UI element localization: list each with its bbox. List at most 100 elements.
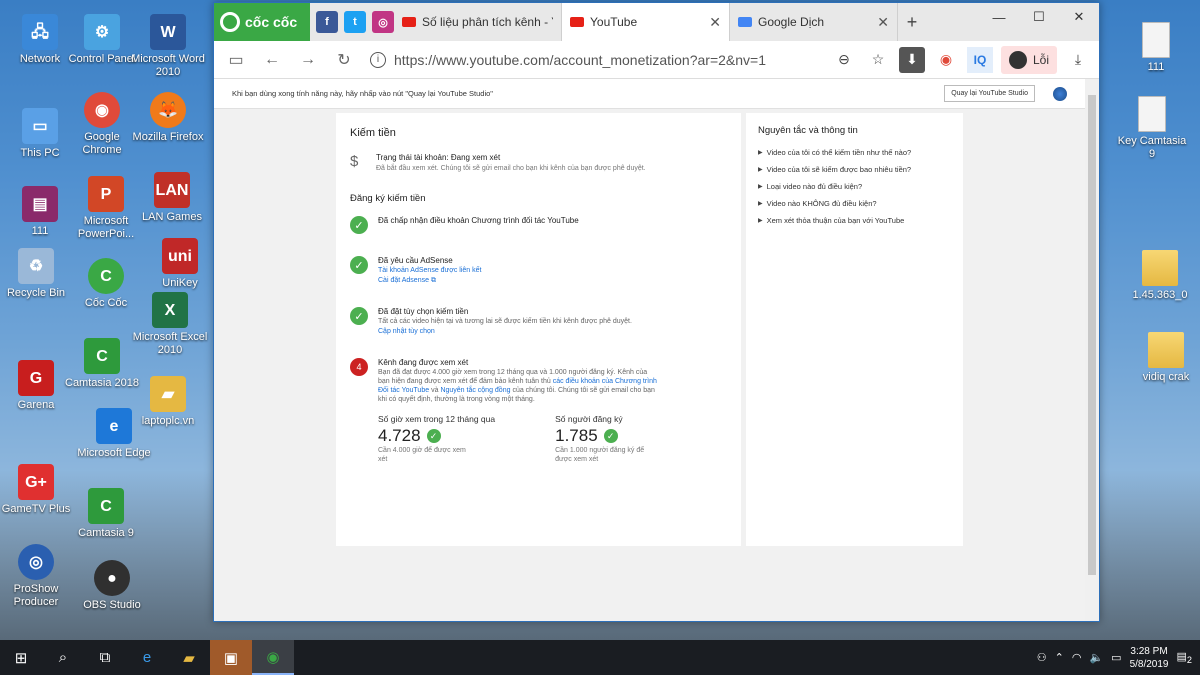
step-monetization-options: ✓ Đã đặt tùy chọn kiếm tiền Tất cả các v… <box>350 307 727 336</box>
desktop-icon-unikey[interactable]: uni UniKey <box>142 238 218 290</box>
notification-center-icon[interactable]: ▤2 <box>1177 650 1193 665</box>
desktop-icon-obs[interactable]: ● OBS Studio <box>74 560 150 612</box>
volume-icon[interactable]: 🔈 <box>1089 651 1103 664</box>
task-view-icon[interactable]: ⧉ <box>84 640 126 675</box>
tab-youtube[interactable]: YouTube ✕ <box>562 3 730 41</box>
scrollbar-thumb[interactable] <box>1088 95 1096 575</box>
adsense-settings-link[interactable]: Cài đặt Adsense ⧉ <box>378 276 481 285</box>
close-window-icon[interactable]: ✕ <box>1059 3 1099 31</box>
instagram-pinned-tab-icon[interactable]: ◎ <box>372 11 394 33</box>
community-guidelines-link[interactable]: Nguyên tắc cộng đồng <box>440 387 510 394</box>
url-field[interactable]: i https://www.youtube.com/account_moneti… <box>366 46 823 74</box>
desktop-icon-folder-1-45[interactable]: 1.45.363_0 <box>1122 250 1198 302</box>
desktop-icon-chrome[interactable]: ◉ Google Chrome <box>64 92 140 157</box>
adsense-linked-link[interactable]: Tài khoản AdSense được liên kết <box>378 266 481 275</box>
guideline-link[interactable]: ▶ Loại video nào đủ điều kiện? <box>758 182 951 191</box>
caret-right-icon: ▶ <box>758 184 763 190</box>
desktop-icon-lan-games[interactable]: LAN LAN Games <box>134 172 210 224</box>
desktop-icon-firefox[interactable]: 🦊 Mozilla Firefox <box>130 92 206 144</box>
folder-icon <box>1148 332 1184 368</box>
proshow-icon: ◎ <box>18 544 54 580</box>
network-icon: 🖧 <box>22 14 58 50</box>
tab-bar: cốc cốc f t ◎ Số liệu phân tích kênh - Y… <box>214 3 1099 41</box>
chevron-up-icon[interactable]: ⌃ <box>1055 651 1064 664</box>
unikey-icon: uni <box>162 238 198 274</box>
minimize-icon[interactable]: — <box>979 3 1019 31</box>
google-translate-tab-icon <box>738 17 752 27</box>
window-controls: — ☐ ✕ <box>979 3 1099 31</box>
language-icon[interactable]: ▭ <box>1111 651 1121 664</box>
site-info-icon[interactable]: i <box>370 51 386 68</box>
desktop-icon-excel[interactable]: X Microsoft Excel 2010 <box>132 292 208 357</box>
downloads-icon[interactable]: ⤓ <box>1065 47 1091 73</box>
file-explorer-icon[interactable]: ▰ <box>168 640 210 675</box>
people-icon[interactable]: ⚇ <box>1037 651 1047 664</box>
desktop-icon-proshow[interactable]: ◎ ProShow Producer <box>0 544 74 609</box>
search-icon[interactable]: ⌕ <box>42 640 84 675</box>
desktop-icon-garena[interactable]: G Garena <box>0 360 74 412</box>
profile-button[interactable]: Lỗi <box>1000 45 1057 74</box>
zoom-out-icon[interactable]: ⊖ <box>831 47 857 73</box>
desktop-icon-gametv[interactable]: G+ GameTV Plus <box>0 464 74 516</box>
gametv-icon: G+ <box>18 464 54 500</box>
forward-icon[interactable]: → <box>294 51 322 69</box>
tab-analytics[interactable]: Số liệu phân tích kênh - Yo <box>394 3 562 41</box>
edge-taskbar-icon[interactable]: e <box>126 640 168 675</box>
coccoc-logo[interactable]: cốc cốc <box>214 3 310 41</box>
coccoc-taskbar-icon[interactable]: ◉ <box>252 640 294 675</box>
dollar-icon: $ <box>350 153 359 170</box>
step-partner-terms: ✓ Đã chấp nhận điều khoản Chương trình đ… <box>350 216 727 234</box>
start-windows-icon[interactable]: ⊞ <box>0 640 42 675</box>
bookmark-star-icon[interactable]: ☆ <box>865 47 891 73</box>
desktop-icon-control-panel[interactable]: ⚙ Control Panel <box>64 14 140 66</box>
page-content: Khi bạn dùng xong tính năng này, hãy nhấ… <box>214 79 1085 621</box>
desktop-icon-recycle-bin[interactable]: ♻ Recycle Bin <box>0 248 74 300</box>
coccoc-extension-icon[interactable]: ◉ <box>933 47 959 73</box>
desktop-icon-camtasia-2018[interactable]: C Camtasia 2018 <box>64 338 140 390</box>
download-extension-icon[interactable]: ⬇ <box>898 46 925 73</box>
caret-right-icon: ▶ <box>758 150 763 156</box>
check-icon: ✓ <box>350 256 368 274</box>
app-taskbar-icon[interactable]: ▣ <box>210 640 252 675</box>
facebook-pinned-tab-icon[interactable]: f <box>316 11 338 33</box>
caret-right-icon: ▶ <box>758 167 763 173</box>
youtube-tab-icon <box>402 17 416 27</box>
control-panel-icon: ⚙ <box>84 14 120 50</box>
close-tab-icon[interactable]: ✕ <box>709 14 721 31</box>
check-icon: ✓ <box>426 429 441 443</box>
sidebar-toggle-icon[interactable]: ▭ <box>222 50 250 70</box>
guidelines-card: Nguyên tắc và thông tin ▶ Video của tôi c… <box>746 113 963 546</box>
close-tab-icon[interactable]: ✕ <box>877 14 889 31</box>
desktop-icon-key-camtasia[interactable]: Key Camtasia 9 <box>1114 96 1190 161</box>
tab-google-translate[interactable]: Google Dịch ✕ <box>730 3 898 41</box>
guideline-link[interactable]: ▶ Video nào KHÔNG đủ điều kiện? <box>758 199 951 208</box>
desktop-icon-edge[interactable]: e Microsoft Edge <box>76 408 152 460</box>
update-options-link[interactable]: Cập nhật tùy chọn <box>378 327 632 336</box>
address-bar: ▭ ← → ↻ i https://www.youtube.com/accoun… <box>214 41 1099 79</box>
account-avatar[interactable] <box>1053 86 1067 101</box>
check-icon: ✓ <box>350 307 368 325</box>
recycle-bin-icon: ♻ <box>18 248 54 284</box>
desktop-icon-word[interactable]: W Microsoft Word 2010 <box>130 14 206 79</box>
desktop-icon-111-text[interactable]: 111 <box>1118 22 1194 74</box>
desktop-icon-vidiq-crak[interactable]: vidiq crak <box>1128 332 1200 384</box>
taskbar-clock[interactable]: 3:28 PM 5/8/2019 <box>1130 645 1169 671</box>
guideline-link[interactable]: ▶ Video của tôi có thể kiếm tiền như thế … <box>758 148 951 157</box>
desktop-icon-powerpoint[interactable]: P Microsoft PowerPoi... <box>68 176 144 241</box>
wifi-icon[interactable]: ◠ <box>1072 651 1082 664</box>
back-icon[interactable]: ← <box>258 51 286 69</box>
guideline-link[interactable]: ▶ Video của tôi sẽ kiếm được bao nhiêu ti… <box>758 165 951 174</box>
vidiq-extension-icon[interactable]: IQ <box>966 46 993 73</box>
new-tab-button[interactable]: + <box>898 12 926 33</box>
twitter-pinned-tab-icon[interactable]: t <box>344 11 366 33</box>
taskbar: ⊞ ⌕ ⧉ e ▰ ▣ ◉ ⚇ ⌃ ◠ 🔈 ▭ 3:28 PM 5/8/2019… <box>0 640 1200 675</box>
back-to-studio-button[interactable]: Quay lại YouTube Studio <box>944 85 1035 102</box>
reload-icon[interactable]: ↻ <box>330 50 358 70</box>
page-scrollbar[interactable] <box>1085 79 1099 621</box>
subscribers-metric: Số người đăng ký 1.785 ✓ Cần 1.000 người … <box>555 414 645 463</box>
desktop-icon-camtasia-9[interactable]: C Camtasia 9 <box>68 488 144 540</box>
guideline-link[interactable]: ▶ Xem xét thỏa thuận của bạn với YouTube <box>758 216 951 225</box>
maximize-icon[interactable]: ☐ <box>1019 3 1059 31</box>
desktop-icon-111-rar[interactable]: ▤ 111 <box>2 186 78 238</box>
signup-heading: Đăng ký kiếm tiền <box>350 193 426 204</box>
